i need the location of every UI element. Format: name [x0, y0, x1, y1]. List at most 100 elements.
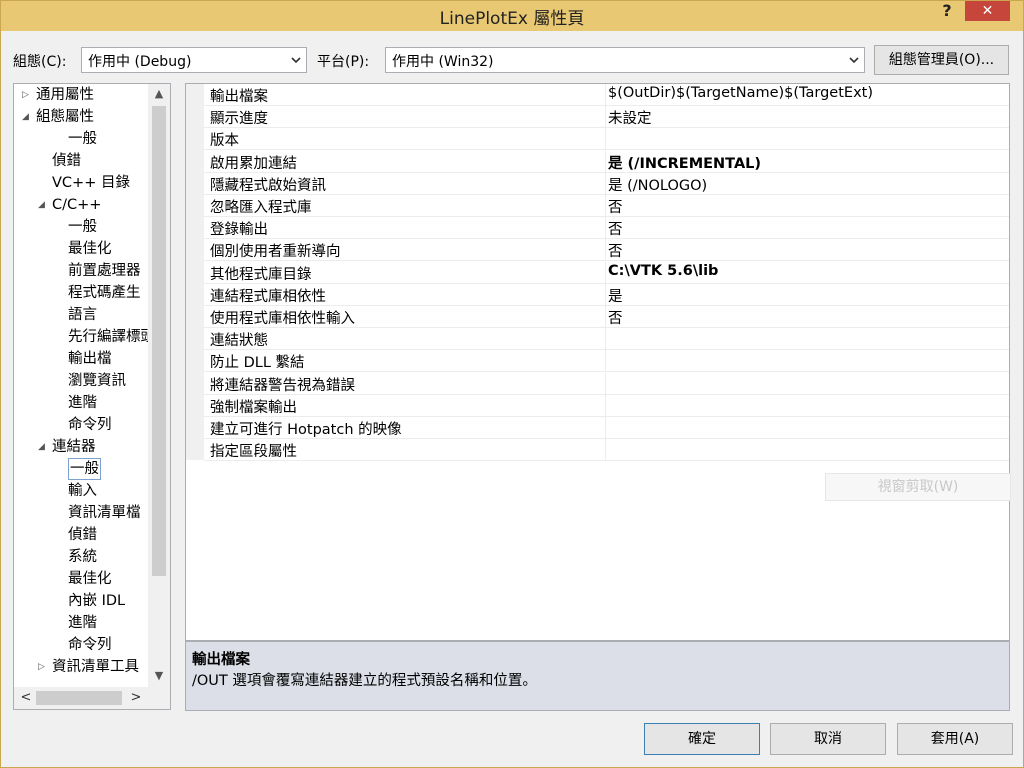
- tree-item[interactable]: ◢ 連結器: [38, 436, 96, 458]
- scroll-thumb[interactable]: [152, 106, 166, 576]
- scroll-left-icon[interactable]: <: [16, 687, 36, 709]
- scroll-right-icon[interactable]: >: [126, 687, 146, 709]
- property-value[interactable]: 是 (/INCREMENTAL): [608, 152, 761, 173]
- tree-item[interactable]: 一般: [68, 216, 97, 238]
- tree-item[interactable]: 瀏覽資訊: [68, 370, 126, 392]
- tree-item[interactable]: VC++ 目錄: [52, 172, 130, 194]
- property-value[interactable]: 是: [608, 285, 623, 306]
- tree-item[interactable]: ◢ C/C++: [38, 194, 102, 216]
- property-row[interactable]: 將連結器警告視為錯誤: [204, 372, 1009, 395]
- scroll-up-icon[interactable]: ▲: [148, 84, 170, 104]
- tree-item[interactable]: 偵錯: [52, 150, 81, 172]
- tree-item[interactable]: 內嵌 IDL: [68, 590, 125, 612]
- expand-arrow-icon[interactable]: ▷: [38, 656, 45, 678]
- property-row[interactable]: 使用程式庫相依性輸入 否: [204, 306, 1009, 328]
- tree-horizontal-scrollbar[interactable]: < >: [14, 687, 170, 709]
- property-value[interactable]: 否: [608, 307, 623, 328]
- column-divider: [605, 439, 606, 462]
- tree-item[interactable]: 系統: [68, 546, 97, 568]
- tree-item[interactable]: 輸入: [68, 480, 97, 502]
- tree-item-label: 先行編譯標頭: [68, 329, 155, 345]
- property-row[interactable]: 其他程式庫目錄 C:\VTK 5.6\lib: [204, 261, 1009, 284]
- settings-tree[interactable]: ▷ 通用屬性 ◢ 組態屬性 一般 偵錯 VC++ 目錄 ◢ C/C++ 一般 最佳化 前置處理器 程式碼…: [13, 83, 171, 710]
- tree-item[interactable]: 命令列: [68, 414, 112, 436]
- tree-item-label: C/C++: [52, 197, 102, 213]
- tree-item-label: 進階: [68, 615, 97, 631]
- snip-window-button[interactable]: 視窗剪取(W): [825, 473, 1011, 501]
- property-row[interactable]: 忽略匯入程式庫 否: [204, 195, 1009, 217]
- column-divider: [605, 306, 606, 328]
- tree-item-label: VC++ 目錄: [52, 175, 130, 191]
- column-divider: [605, 128, 606, 151]
- property-row[interactable]: 啟用累加連結 是 (/INCREMENTAL): [204, 150, 1009, 173]
- collapse-arrow-icon[interactable]: ◢: [38, 194, 45, 216]
- tree-item-label: 命令列: [68, 417, 112, 433]
- tree-item[interactable]: 最佳化: [68, 568, 112, 590]
- property-name: 建立可進行 Hotpatch 的映像: [210, 422, 402, 438]
- scroll-thumb[interactable]: [36, 691, 122, 705]
- column-divider: [605, 417, 606, 439]
- column-divider: [605, 195, 606, 217]
- column-divider: [605, 84, 606, 106]
- tree-item[interactable]: 進階: [68, 392, 97, 414]
- tree-item-label: 命令列: [68, 637, 112, 653]
- tree-item[interactable]: 程式碼產生: [68, 282, 141, 304]
- property-row[interactable]: 建立可進行 Hotpatch 的映像: [204, 417, 1009, 439]
- tree-item[interactable]: 一般: [68, 128, 97, 150]
- tree-item[interactable]: 語言: [68, 304, 97, 326]
- property-value[interactable]: 是 (/NOLOGO): [608, 174, 707, 195]
- config-dropdown[interactable]: 作用中 (Debug): [81, 47, 307, 73]
- ok-button[interactable]: 確定: [644, 723, 760, 755]
- property-value[interactable]: C:\VTK 5.6\lib: [608, 263, 718, 279]
- property-row[interactable]: 防止 DLL 繫結: [204, 350, 1009, 373]
- tree-item[interactable]: 偵錯: [68, 524, 97, 546]
- platform-dropdown[interactable]: 作用中 (Win32): [385, 47, 865, 73]
- property-row[interactable]: 顯示進度 未設定: [204, 106, 1009, 129]
- tree-item-label: 一般: [68, 131, 97, 147]
- property-name: 啟用累加連結: [210, 155, 297, 172]
- property-value[interactable]: 否: [608, 240, 623, 261]
- property-row[interactable]: 個別使用者重新導向 否: [204, 239, 1009, 262]
- property-row[interactable]: 連結狀態: [204, 328, 1009, 351]
- tree-item[interactable]: 前置處理器: [68, 260, 141, 282]
- collapse-arrow-icon[interactable]: ◢: [22, 106, 29, 128]
- tree-item[interactable]: ◢ 組態屬性: [22, 106, 94, 128]
- property-row[interactable]: 指定區段屬性: [204, 439, 1009, 462]
- tree-item[interactable]: 輸出檔: [68, 348, 112, 370]
- tree-item[interactable]: ▷ 資訊清單工具: [38, 656, 139, 678]
- apply-button[interactable]: 套用(A): [897, 723, 1013, 755]
- property-row[interactable]: 隱藏程式啟始資訊 是 (/NOLOGO): [204, 172, 1009, 195]
- close-button[interactable]: ✕: [965, 1, 1010, 21]
- tree-item[interactable]: 進階: [68, 612, 97, 634]
- tree-item-label: 進階: [68, 395, 97, 411]
- property-row[interactable]: 輸出檔案 $(OutDir)$(TargetName)$(TargetExt): [204, 84, 1009, 106]
- config-manager-button[interactable]: 組態管理員(O)...: [874, 45, 1009, 75]
- tree-item[interactable]: 資訊清單檔: [68, 502, 141, 524]
- tree-item-label: 資訊清單檔: [68, 505, 141, 521]
- tree-item[interactable]: ▷ 通用屬性: [22, 84, 94, 106]
- tree-item[interactable]: 最佳化: [68, 238, 112, 260]
- chevron-down-icon: [291, 57, 301, 64]
- tree-item-label: 偵錯: [68, 527, 97, 543]
- title-bar[interactable]: LinePlotEx 屬性頁 ? ✕: [1, 1, 1023, 31]
- tree-item[interactable]: 命令列: [68, 634, 112, 656]
- collapse-arrow-icon[interactable]: ◢: [38, 436, 45, 458]
- expand-arrow-icon[interactable]: ▷: [22, 84, 29, 106]
- tree-item[interactable]: 一般: [68, 458, 101, 480]
- property-row[interactable]: 登錄輸出 否: [204, 217, 1009, 240]
- property-row[interactable]: 連結程式庫相依性 是: [204, 283, 1009, 306]
- column-divider: [605, 106, 606, 129]
- tree-vertical-scrollbar[interactable]: ▲ ▼: [148, 84, 170, 688]
- property-value[interactable]: 否: [608, 218, 623, 239]
- config-value: 作用中 (Debug): [88, 54, 192, 70]
- property-value[interactable]: 未設定: [608, 107, 652, 128]
- property-value[interactable]: 否: [608, 196, 623, 217]
- help-button[interactable]: ?: [935, 1, 959, 23]
- property-row[interactable]: 版本: [204, 128, 1009, 151]
- property-row[interactable]: 強制檔案輸出: [204, 394, 1009, 417]
- scroll-down-icon[interactable]: ▼: [148, 666, 170, 686]
- cancel-button[interactable]: 取消: [770, 723, 886, 755]
- tree-item[interactable]: 先行編譯標頭: [68, 326, 155, 348]
- property-value[interactable]: $(OutDir)$(TargetName)$(TargetExt): [608, 85, 873, 101]
- property-name: 指定區段屬性: [210, 444, 297, 461]
